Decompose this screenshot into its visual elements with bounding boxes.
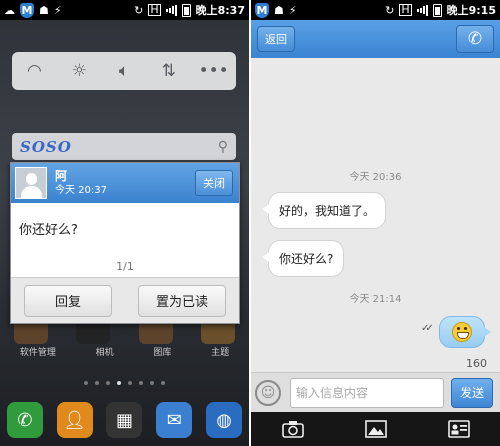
message-timestamp: 今天 21:14 bbox=[349, 294, 402, 305]
send-button[interactable]: 发送 bbox=[451, 377, 493, 408]
contact-card-icon[interactable] bbox=[446, 417, 472, 441]
chat-icon: ☁ bbox=[4, 3, 15, 17]
read-receipt-icon: ✓✓ bbox=[421, 323, 434, 334]
status-clock: 晚上9:15 bbox=[446, 4, 496, 17]
grin-emoji-icon bbox=[452, 322, 472, 342]
status-bar: M ☗ ⚡ ↻ H 晚上9:15 bbox=[251, 0, 500, 20]
page-indicator-dots bbox=[0, 381, 249, 385]
right-phone-screen: M ☗ ⚡ ↻ H 晚上9:15 返回 ✆ 今天 20:36 好的，我知道了。 … bbox=[251, 0, 500, 446]
shield-icon: M bbox=[20, 2, 34, 18]
signal-icon bbox=[165, 4, 177, 16]
usb-icon: ⚡ bbox=[53, 3, 62, 17]
message-time: 今天 20:37 bbox=[55, 184, 107, 196]
quick-toggle-widget: ◠ ☼ 🔈︎ ⇅ ••• bbox=[12, 52, 236, 90]
app-label: 主题 bbox=[211, 348, 230, 358]
emoji-picker-button[interactable]: ☺ bbox=[255, 379, 281, 406]
composer-bar: ☺ 发送 bbox=[251, 372, 500, 412]
attachment-toolbar bbox=[251, 412, 500, 446]
brightness-icon[interactable]: ☼ bbox=[64, 61, 94, 81]
search-widget[interactable]: SOSO ⚲ bbox=[12, 133, 236, 160]
back-button[interactable]: 返回 bbox=[257, 26, 295, 52]
smiley-icon: ☺ bbox=[260, 384, 276, 401]
wifi-icon[interactable]: ◠ bbox=[19, 61, 49, 81]
home-dock: ✆ 👤︎ ▦ ✉ ◍ bbox=[0, 394, 249, 446]
signal-icon bbox=[416, 4, 428, 16]
call-button[interactable]: ✆ bbox=[456, 25, 494, 53]
message-timestamp: 今天 20:36 bbox=[349, 172, 402, 183]
app-label: 相机 bbox=[95, 348, 114, 358]
reply-button[interactable]: 回复 bbox=[24, 284, 112, 317]
status-clock: 晚上8:37 bbox=[195, 4, 245, 17]
char-counter: 160 bbox=[466, 357, 487, 370]
message-input[interactable] bbox=[290, 377, 444, 408]
battery-icon bbox=[432, 3, 442, 17]
usb-icon: ⚡ bbox=[288, 3, 297, 17]
volume-icon[interactable]: 🔈︎ bbox=[109, 61, 139, 81]
messages-icon[interactable]: ✉ bbox=[156, 402, 193, 438]
mark-read-button[interactable]: 置为已读 bbox=[138, 284, 226, 317]
data-toggle-icon[interactable]: ⇅ bbox=[154, 61, 184, 81]
sync-icon: ↻ bbox=[134, 3, 144, 17]
app-drawer-icon[interactable]: ▦ bbox=[106, 402, 143, 438]
avatar bbox=[15, 167, 47, 199]
shield-icon: M bbox=[255, 2, 269, 18]
battery-icon bbox=[181, 3, 191, 17]
search-icon[interactable]: ⚲ bbox=[218, 139, 228, 155]
android-icon: ☗ bbox=[274, 3, 284, 17]
soso-logo: SOSO bbox=[20, 137, 72, 156]
left-phone-screen: ☁ M ☗ ⚡ ↻ H 晚上8:37 ◠ ☼ 🔈︎ ⇅ ••• SOSO ⚲ 软… bbox=[0, 0, 249, 446]
network-type-icon: H bbox=[148, 3, 161, 16]
home-app-labels: 软件管理 相机 图库 主题 bbox=[0, 345, 249, 358]
outgoing-message-bubble[interactable] bbox=[439, 316, 491, 348]
contact-name: 阿 bbox=[55, 168, 68, 183]
popup-actions: 回复 置为已读 bbox=[11, 277, 239, 323]
popup-page-indicator: 1/1 bbox=[116, 260, 134, 273]
status-bar: ☁ M ☗ ⚡ ↻ H 晚上8:37 bbox=[0, 0, 249, 20]
popup-header: 阿 今天 20:37 关闭 bbox=[11, 163, 239, 203]
camera-icon[interactable] bbox=[280, 417, 306, 441]
popup-message-text: 你还好么? bbox=[19, 223, 78, 238]
network-type-icon: H bbox=[399, 3, 412, 16]
more-icon[interactable]: ••• bbox=[199, 61, 229, 81]
android-icon: ☗ bbox=[39, 3, 49, 17]
incoming-message-bubble[interactable]: 你还好么? bbox=[261, 240, 345, 277]
app-label: 图库 bbox=[153, 348, 172, 358]
phone-icon[interactable]: ✆ bbox=[6, 402, 43, 438]
chat-header: 返回 ✆ bbox=[251, 20, 500, 58]
contacts-icon[interactable]: 👤︎ bbox=[56, 402, 93, 438]
image-icon[interactable] bbox=[363, 417, 389, 441]
close-button[interactable]: 关闭 bbox=[195, 170, 233, 196]
sync-icon: ↻ bbox=[385, 3, 395, 17]
phone-icon: ✆ bbox=[467, 29, 483, 49]
incoming-message-bubble[interactable]: 好的，我知道了。 bbox=[261, 192, 387, 229]
app-label: 软件管理 bbox=[19, 348, 56, 358]
message-popup: 阿 今天 20:37 关闭 你还好么? 1/1 回复 置为已读 bbox=[10, 162, 240, 324]
browser-icon[interactable]: ◍ bbox=[206, 402, 243, 438]
